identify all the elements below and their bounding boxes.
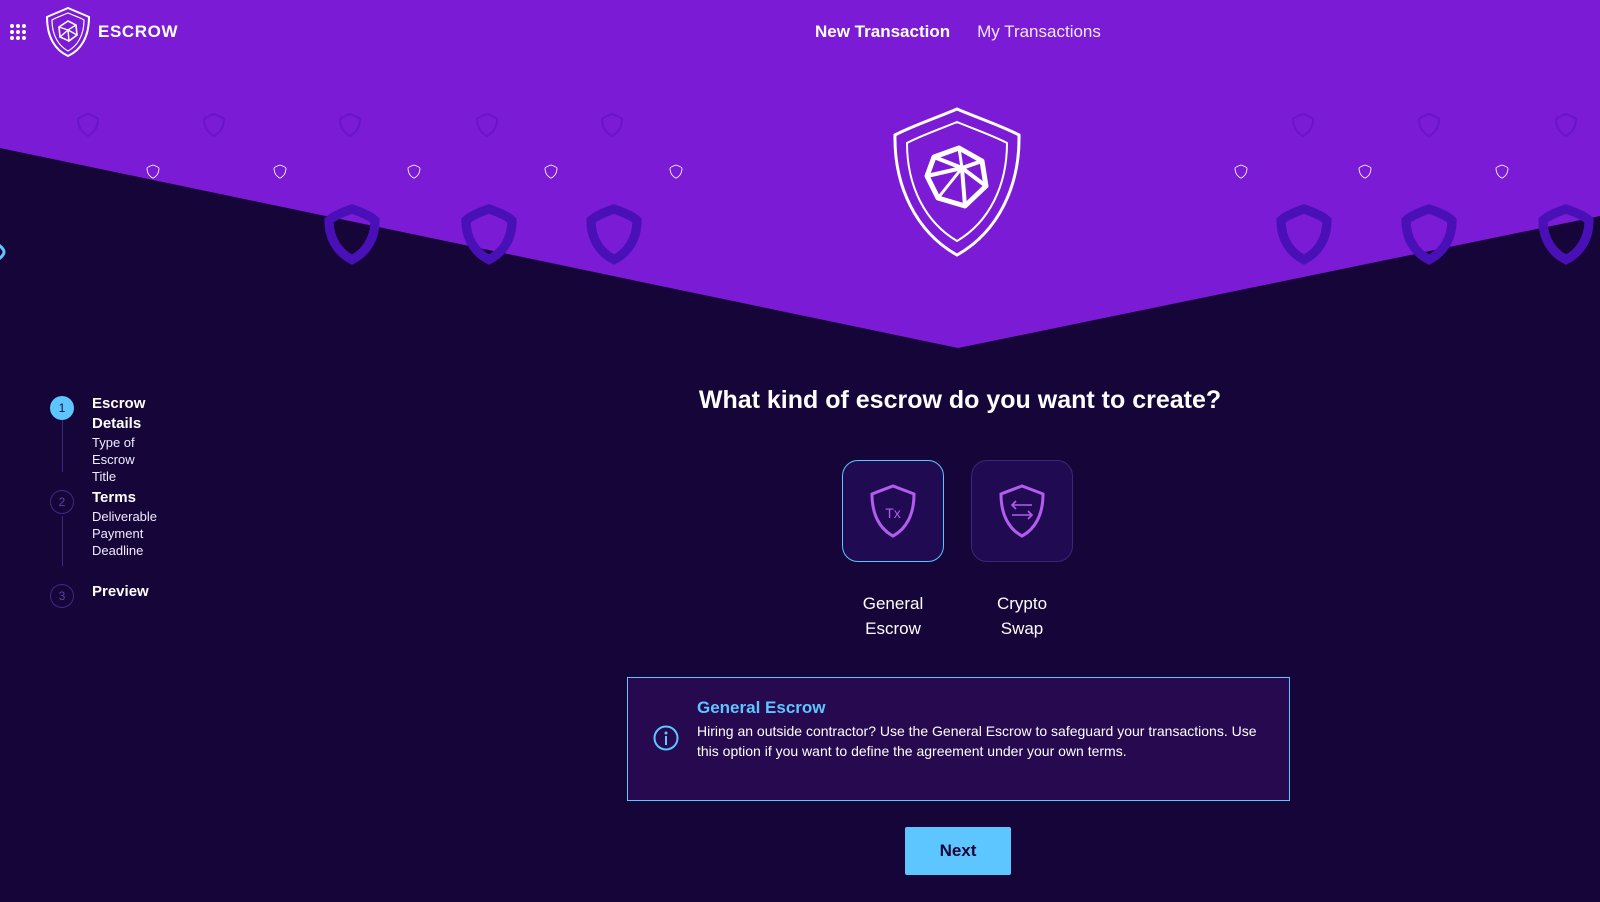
- option-info-box: General Escrow Hiring an outside contrac…: [627, 677, 1290, 801]
- step-number-badge: 2: [50, 490, 74, 514]
- option-general-escrow[interactable]: Tx: [842, 460, 944, 562]
- step-terms[interactable]: 2 Terms Deliverable Payment Deadline: [50, 489, 158, 559]
- info-description: Hiring an outside contractor? Use the Ge…: [697, 723, 1257, 759]
- step-number-badge: 3: [50, 584, 74, 608]
- brand-name: ESCROW: [98, 22, 179, 41]
- next-button[interactable]: Next: [905, 827, 1011, 875]
- page-question-heading: What kind of escrow do you want to creat…: [698, 386, 1222, 414]
- step-escrow-details[interactable]: 1 Escrow Details Type of Escrow Title: [50, 395, 146, 485]
- top-navigation: New Transaction My Transactions: [815, 20, 1128, 44]
- escrow-shield-logo-icon: [45, 6, 91, 58]
- nav-my-transactions[interactable]: My Transactions: [977, 20, 1101, 44]
- option-crypto-swap[interactable]: [971, 460, 1073, 562]
- step-subitem: Deadline: [92, 543, 144, 558]
- info-title: General Escrow: [697, 698, 826, 717]
- option-label-crypto-swap[interactable]: Crypto Swap: [957, 591, 1087, 641]
- step-number-badge: 1: [50, 396, 74, 420]
- hero-shield-logo-icon: [893, 107, 1021, 257]
- option-label-general-escrow[interactable]: General Escrow: [828, 591, 958, 641]
- step-preview[interactable]: 3 Preview: [50, 583, 149, 608]
- apps-grid-icon[interactable]: [9, 23, 27, 41]
- svg-text:Tx: Tx: [885, 505, 901, 521]
- info-icon: [653, 725, 679, 751]
- step-title: Terms: [92, 489, 136, 506]
- step-title: Preview: [92, 583, 149, 600]
- step-subitem: Title: [92, 469, 117, 484]
- step-subitem: Payment: [92, 526, 144, 541]
- brand-logo-link[interactable]: ESCROW: [45, 6, 178, 58]
- step-subitem: Type of Escrow: [92, 435, 135, 467]
- shield-swap-icon: [999, 484, 1045, 538]
- side-edge-handle[interactable]: [0, 239, 6, 265]
- shield-tx-icon: Tx: [870, 484, 916, 538]
- step-title: Escrow Details: [92, 395, 146, 432]
- nav-new-transaction[interactable]: New Transaction: [815, 20, 950, 44]
- step-subitem: Deliverable: [92, 509, 158, 524]
